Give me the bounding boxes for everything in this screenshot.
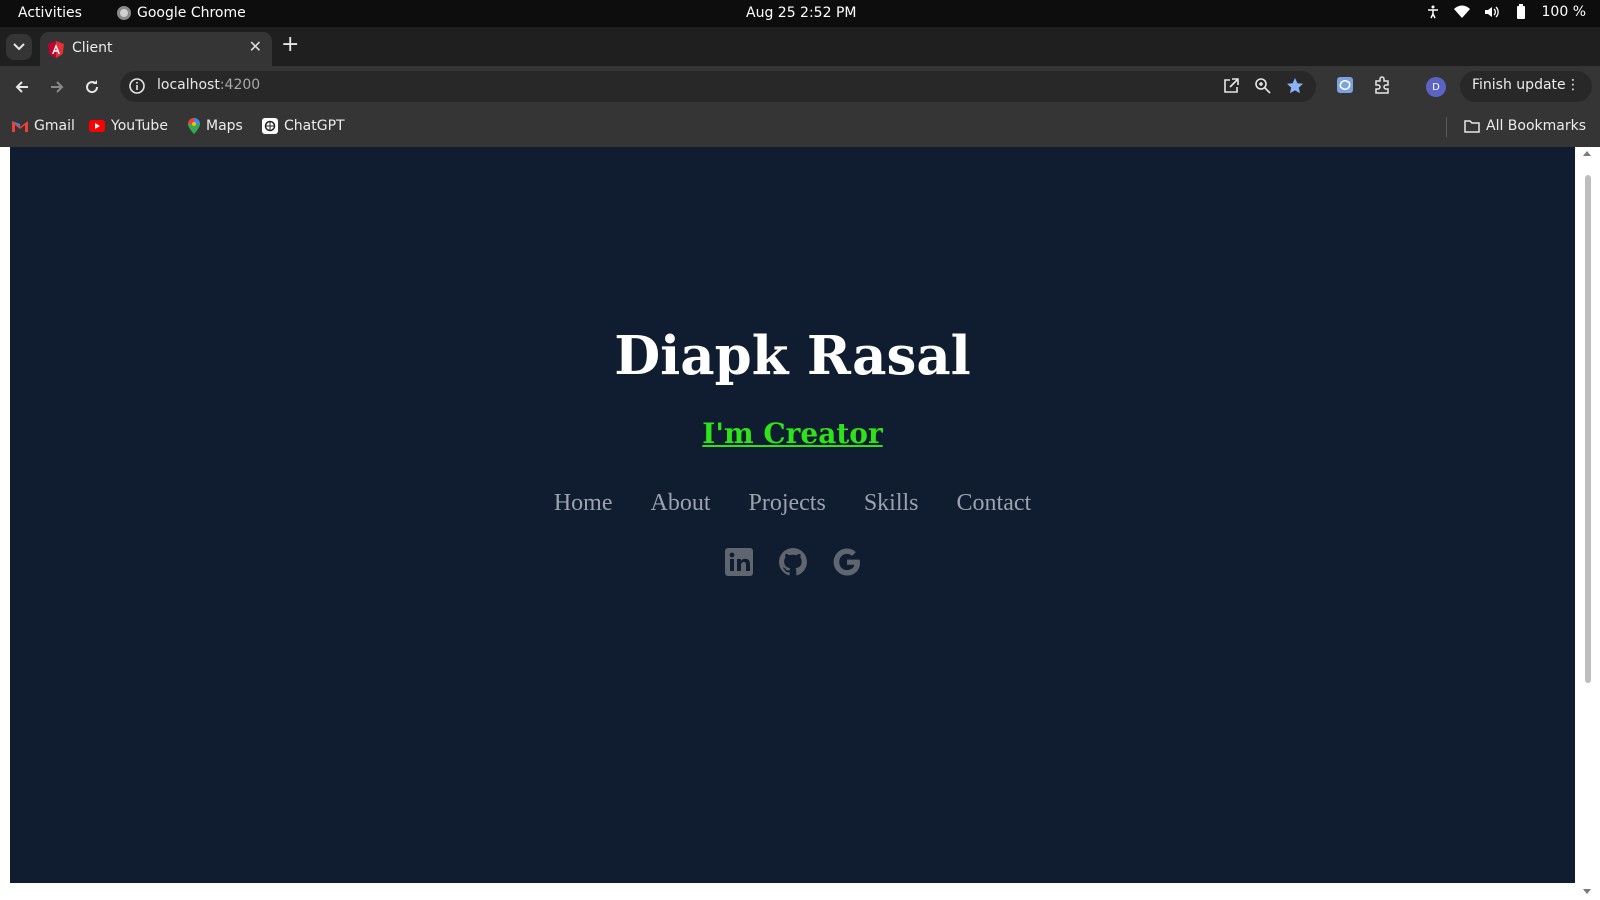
finish-update-label: Finish update: [1472, 77, 1566, 93]
bookmark-label: Maps: [206, 118, 243, 134]
extensions-puzzle-icon[interactable]: [1373, 76, 1391, 98]
chatgpt-icon: [262, 118, 278, 134]
github-icon[interactable]: [777, 546, 809, 578]
reload-button[interactable]: [79, 74, 105, 100]
close-tab-icon[interactable]: ✕: [249, 37, 262, 56]
scroll-up-arrow[interactable]: [1583, 151, 1591, 156]
scrollbar-thumb[interactable]: [1585, 175, 1591, 683]
bookmark-separator: [1446, 117, 1447, 137]
google-icon[interactable]: [831, 546, 863, 578]
more-menu-icon[interactable]: ⋮: [1566, 77, 1580, 93]
maps-icon: [188, 118, 200, 134]
activities-button[interactable]: Activities: [18, 5, 82, 21]
volume-icon[interactable]: [1484, 5, 1500, 19]
app-name-label: Google Chrome: [137, 5, 246, 21]
chrome-icon: [117, 6, 131, 20]
tab-title: Client: [72, 40, 113, 56]
profile-avatar[interactable]: D: [1426, 77, 1446, 97]
page-viewport: Diapk Rasal I'm Creator Home About Proje…: [10, 147, 1575, 883]
forward-button[interactable]: [44, 74, 70, 100]
angular-icon: [48, 41, 64, 62]
hero-role: I'm Creator: [10, 417, 1575, 450]
chevron-down-icon: [13, 43, 25, 51]
bookmark-label: Gmail: [34, 118, 75, 134]
tab-client[interactable]: Client ✕: [40, 32, 272, 66]
all-bookmarks-label: All Bookmarks: [1486, 118, 1587, 134]
folder-icon: [1464, 120, 1480, 133]
browser-toolbar: localhost:4200 D Finish update ⋮: [0, 66, 1600, 107]
bookmark-youtube[interactable]: YouTube: [89, 118, 168, 134]
accessibility-icon[interactable]: [1426, 5, 1440, 19]
nav-skills[interactable]: Skills: [864, 490, 919, 517]
reload-icon: [86, 80, 99, 94]
battery-icon[interactable]: [1514, 4, 1528, 20]
tab-strip: Client ✕ +: [0, 27, 1600, 66]
social-links: [10, 546, 1575, 578]
wifi-icon[interactable]: [1453, 5, 1470, 19]
clock[interactable]: Aug 25 2:52 PM: [746, 5, 856, 21]
open-in-app-icon[interactable]: [1222, 77, 1240, 99]
nav-home[interactable]: Home: [554, 490, 613, 517]
bookmark-label: ChatGPT: [284, 118, 345, 134]
url-text[interactable]: localhost:4200: [157, 77, 260, 93]
bookmark-gmail[interactable]: Gmail: [12, 118, 75, 134]
hero-name: Diapk Rasal: [614, 325, 971, 387]
bookmark-maps[interactable]: Maps: [188, 118, 243, 134]
url-host: localhost: [157, 77, 220, 93]
all-bookmarks-button[interactable]: All Bookmarks: [1464, 118, 1586, 134]
bookmarks-bar: Gmail YouTube Maps ChatGPT All Bookmarks: [0, 107, 1600, 147]
tab-search-button[interactable]: [6, 34, 32, 60]
system-top-bar: Activities Google Chrome Aug 25 2:52 PM …: [0, 0, 1600, 27]
system-tray[interactable]: 100 %: [1426, 4, 1586, 20]
bookmark-label: YouTube: [111, 118, 168, 134]
arrow-right-icon: [51, 81, 64, 93]
back-button[interactable]: [9, 74, 35, 100]
scroll-down-arrow[interactable]: [1583, 889, 1591, 894]
youtube-icon: [89, 120, 105, 132]
nav-contact[interactable]: Contact: [957, 490, 1032, 517]
bookmark-chatgpt[interactable]: ChatGPT: [262, 118, 345, 134]
nav-projects[interactable]: Projects: [748, 490, 825, 517]
role-link[interactable]: I'm Creator: [702, 417, 882, 450]
address-bar[interactable]: localhost:4200: [120, 71, 1316, 102]
url-port: :4200: [219, 77, 261, 93]
bookmark-star-icon[interactable]: [1286, 77, 1304, 99]
site-info-icon[interactable]: [128, 77, 146, 99]
nav-about[interactable]: About: [650, 490, 710, 517]
zoom-icon[interactable]: [1254, 77, 1272, 99]
main-nav: Home About Projects Skills Contact: [10, 490, 1575, 517]
translate-extension-icon[interactable]: [1336, 76, 1354, 98]
finish-update-button[interactable]: Finish update ⋮: [1460, 71, 1592, 102]
arrow-left-icon: [15, 81, 28, 93]
page-scrollbar[interactable]: [1576, 147, 1600, 900]
app-menu[interactable]: Google Chrome: [117, 5, 246, 21]
gmail-icon: [12, 121, 28, 132]
battery-percent: 100 %: [1541, 4, 1586, 20]
new-tab-button[interactable]: +: [281, 32, 299, 57]
linkedin-icon[interactable]: [723, 546, 755, 578]
